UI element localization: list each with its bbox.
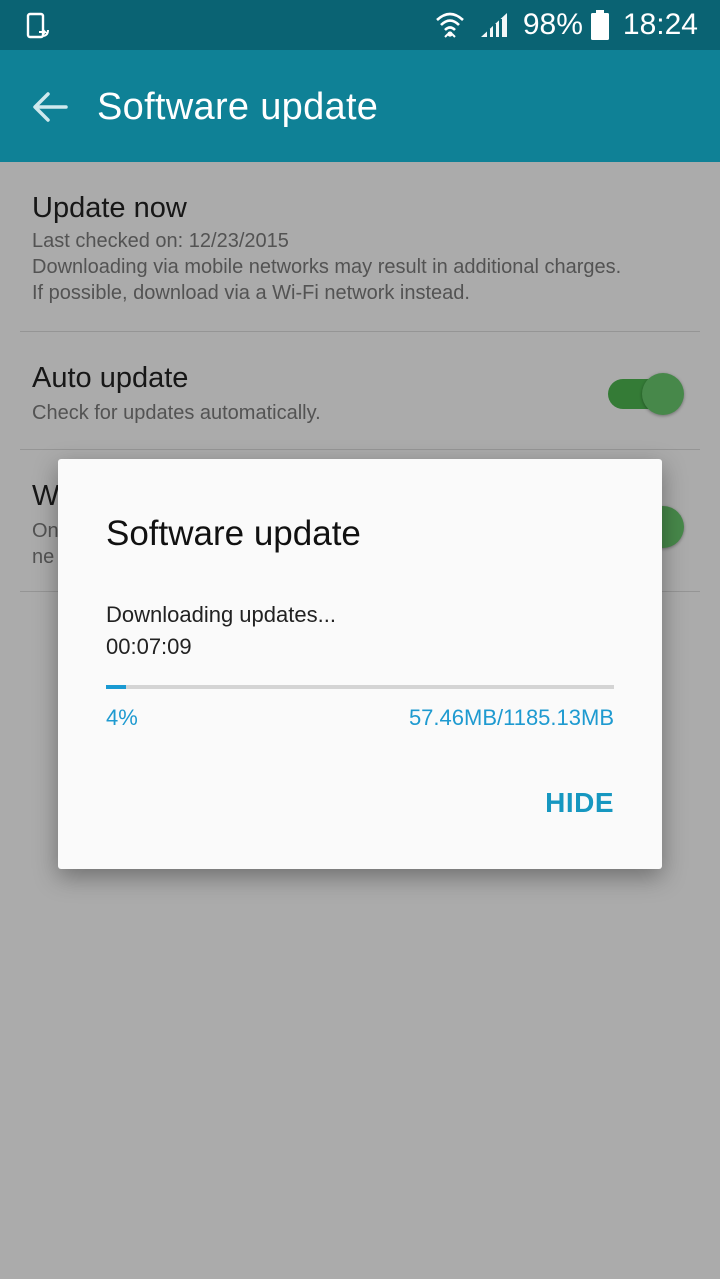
battery-icon [590, 10, 609, 40]
status-icons: 98% 18:24 [435, 0, 698, 50]
download-progress-bar [106, 685, 614, 689]
battery-indicator: 98% [523, 8, 609, 42]
download-size: 57.46MB/1185.13MB [408, 705, 614, 730]
progress-fill [106, 685, 127, 689]
signal-icon [480, 13, 507, 37]
download-status: Downloading updates... [106, 602, 336, 627]
app-bar: Software update [0, 50, 720, 162]
progress-percent: 4% [106, 705, 138, 730]
battery-percent: 98% [522, 8, 583, 41]
software-update-dialog: Software update Downloading updates... 0… [58, 459, 662, 869]
phone-sync-icon [26, 12, 49, 39]
elapsed-time: 00:07:09 [106, 634, 192, 659]
dialog-title: Software update [106, 514, 361, 553]
hide-button[interactable]: HIDE [545, 787, 614, 819]
page-title: Software update [97, 86, 379, 128]
status-bar: 98% 18:24 [0, 0, 720, 50]
back-arrow-icon[interactable] [30, 87, 70, 127]
wifi-icon [435, 12, 464, 38]
clock: 18:24 [622, 8, 698, 41]
